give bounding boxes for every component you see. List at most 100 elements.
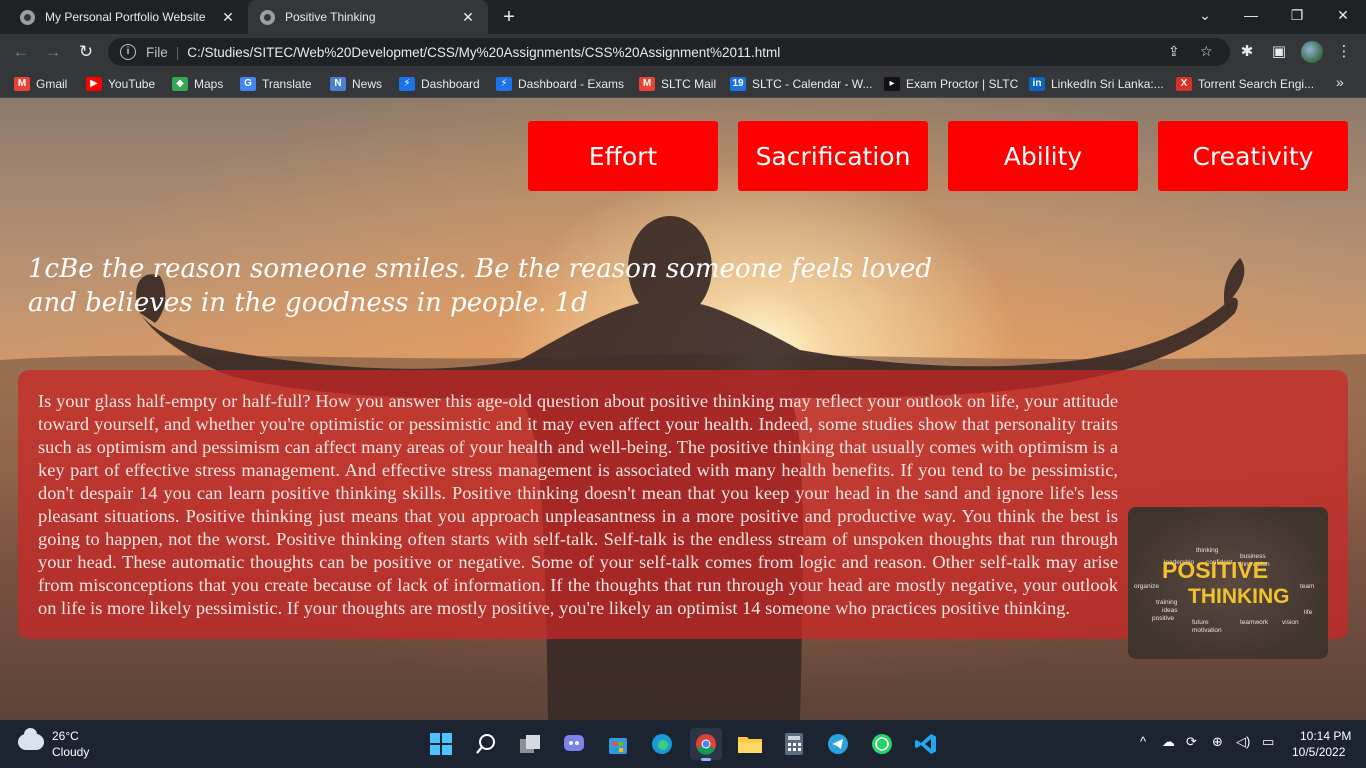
reload-icon[interactable]: ↻	[74, 40, 98, 64]
minimize-button[interactable]: —	[1228, 0, 1274, 30]
share-icon[interactable]: ⇪	[1168, 43, 1180, 60]
maps-icon: ◆	[172, 77, 188, 91]
bookmark-item[interactable]: ▶ YouTube	[86, 75, 155, 93]
effort-button[interactable]: Effort	[528, 121, 718, 191]
menu-dots-icon[interactable]: ⋮	[1333, 41, 1355, 63]
tab-title: Positive Thinking	[285, 10, 376, 24]
sacrification-button[interactable]: Sacrification	[738, 121, 928, 191]
edge-icon[interactable]	[646, 728, 678, 760]
bookmark-item[interactable]: M SLTC Mail	[639, 75, 716, 93]
quote-text: 1cBe the reason someone smiles. Be the r…	[28, 254, 933, 318]
forward-arrow-icon[interactable]: →	[41, 40, 65, 64]
search-icon[interactable]	[470, 728, 502, 760]
scheme-label: File	[146, 44, 168, 60]
article-paragraph: leadership confident business innovation…	[38, 390, 1328, 659]
tab-search-dropdown-icon[interactable]: ⌄	[1182, 0, 1228, 30]
calendar-icon: 19	[730, 77, 746, 91]
language-globe-icon[interactable]: ⊕	[1212, 734, 1223, 750]
active-indicator	[701, 758, 711, 761]
word-cloud-word: vision	[1282, 619, 1299, 626]
bookmark-star-icon[interactable]: ☆	[1200, 43, 1213, 60]
article-text: Is your glass half-empty or half-full? H…	[38, 391, 1118, 618]
bookmark-item[interactable]: in LinkedIn Sri Lanka:...	[1029, 75, 1164, 93]
bookmarks-overflow-icon[interactable]: »	[1336, 74, 1344, 90]
bookmark-item[interactable]: ◆ Maps	[172, 75, 223, 93]
tab-strip: My Personal Portfolio Website ✕ Positive…	[0, 0, 1366, 34]
bookmark-item[interactable]: M Gmail	[14, 75, 67, 93]
word-cloud-word: motivation	[1192, 627, 1222, 634]
new-tab-button[interactable]: +	[498, 6, 520, 28]
battery-icon[interactable]: ▭	[1262, 734, 1274, 750]
back-arrow-icon[interactable]: ←	[9, 40, 33, 64]
bookmark-label: News	[352, 77, 383, 91]
restore-button[interactable]: ❐	[1274, 0, 1320, 30]
weather-description[interactable]: Cloudy	[52, 745, 89, 759]
torrent-icon: X	[1176, 77, 1192, 91]
bookmark-item[interactable]: G Translate	[240, 75, 312, 93]
word-cloud-positive: POSITIVE	[1162, 557, 1269, 583]
chrome-icon[interactable]	[690, 728, 722, 761]
bookmark-label: Dashboard - Exams	[518, 77, 625, 91]
weather-temperature[interactable]: 26°C	[52, 729, 79, 743]
bookmark-label: Translate	[262, 77, 312, 91]
dashboard-icon: ⚡	[399, 77, 415, 91]
cloud-icon[interactable]	[18, 728, 44, 750]
start-icon[interactable]	[425, 728, 457, 760]
word-cloud-word: life	[1304, 609, 1313, 616]
creativity-button[interactable]: Creativity	[1158, 121, 1348, 191]
sync-icon[interactable]: ⟳	[1186, 734, 1197, 750]
close-tab-icon[interactable]: ✕	[460, 9, 476, 25]
dashboard-exams-icon: ⚡	[496, 77, 512, 91]
linkedin-icon: in	[1029, 77, 1045, 91]
positive-thinking-image: leadership confident business innovation…	[1128, 507, 1328, 659]
globe-icon	[20, 9, 35, 25]
teams-chat-icon[interactable]	[558, 728, 590, 760]
close-window-button[interactable]: ✕	[1320, 0, 1366, 30]
vscode-icon[interactable]	[910, 728, 942, 760]
clock-time[interactable]: 10:14 PM	[1300, 729, 1351, 743]
word-cloud-word: positive	[1152, 615, 1175, 622]
whatsapp-icon[interactable]	[866, 728, 898, 760]
bookmark-label: Torrent Search Engi...	[1198, 77, 1315, 91]
onedrive-icon[interactable]: ☁	[1162, 734, 1175, 750]
volume-icon[interactable]: ◁)	[1236, 734, 1250, 750]
task-view-icon[interactable]	[514, 728, 546, 760]
bookmark-item[interactable]: ▸ Exam Proctor | SLTC	[884, 75, 1018, 93]
clock-date[interactable]: 10/5/2022	[1292, 745, 1345, 759]
bookmark-label: Dashboard	[421, 77, 480, 91]
bookmark-label: LinkedIn Sri Lanka:...	[1051, 77, 1164, 91]
bookmark-item[interactable]: 19 SLTC - Calendar - W...	[730, 75, 872, 93]
bookmark-item[interactable]: ⚡ Dashboard	[399, 75, 480, 93]
close-tab-icon[interactable]: ✕	[220, 9, 236, 25]
bookmark-item[interactable]: N News	[330, 75, 382, 93]
ability-button[interactable]: Ability	[948, 121, 1138, 191]
bookmark-item[interactable]: ⚡ Dashboard - Exams	[496, 75, 624, 93]
telegram-icon[interactable]	[822, 728, 854, 760]
file-explorer-icon[interactable]	[734, 728, 766, 760]
side-panel-icon[interactable]: ▣	[1268, 41, 1290, 63]
address-bar[interactable]: i File | C:/Studies/SITEC/Web%20Developm…	[108, 38, 1230, 66]
bookmark-label: SLTC - Calendar - W...	[752, 77, 873, 91]
proctor-icon: ▸	[884, 77, 900, 91]
word-cloud-word: team	[1300, 583, 1315, 590]
bookmark-label: Gmail	[36, 77, 68, 91]
word-cloud-word: teamwork	[1240, 619, 1269, 626]
word-cloud-thinking: THINKING	[1188, 585, 1290, 608]
tab-portfolio[interactable]: My Personal Portfolio Website ✕	[8, 0, 248, 34]
calculator-icon[interactable]	[778, 728, 810, 760]
page-content: Effort Sacrification Ability Creativity …	[0, 98, 1366, 720]
profile-avatar[interactable]	[1301, 41, 1323, 63]
tab-positive-thinking[interactable]: Positive Thinking ✕	[248, 0, 488, 34]
nav-button-row: Effort Sacrification Ability Creativity	[0, 98, 1366, 198]
news-icon: N	[330, 77, 346, 91]
bookmark-label: Exam Proctor | SLTC	[906, 77, 1019, 91]
bookmark-item[interactable]: X Torrent Search Engi...	[1176, 75, 1314, 93]
bookmark-label: Maps	[194, 77, 224, 91]
browser-toolbar: ← → ↻ i File | C:/Studies/SITEC/Web%20De…	[0, 34, 1366, 70]
windows-taskbar: 26°C Cloudy ^ ☁ ⟳ ⊕ ◁) ▭ 10:14 PM 10/5/2…	[0, 720, 1366, 768]
url-text[interactable]: C:/Studies/SITEC/Web%20Developmet/CSS/My…	[187, 45, 780, 60]
chevron-up-icon[interactable]: ^	[1140, 734, 1146, 749]
store-icon[interactable]	[602, 728, 634, 760]
info-icon[interactable]: i	[120, 44, 136, 60]
extensions-icon[interactable]: ✱	[1236, 41, 1258, 63]
